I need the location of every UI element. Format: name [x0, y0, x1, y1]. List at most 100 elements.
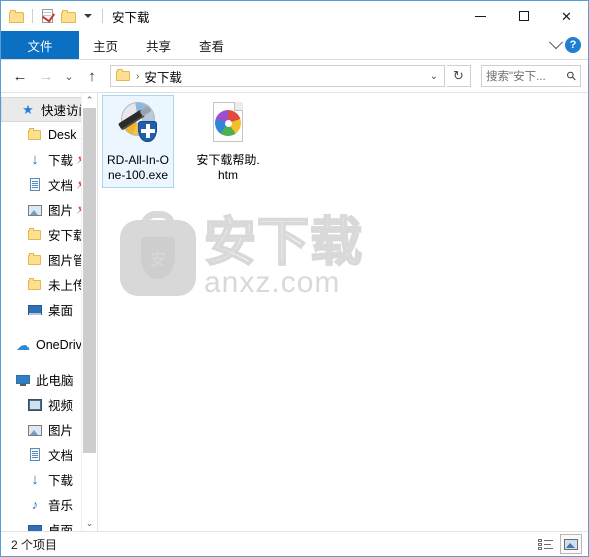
chevron-down-icon[interactable] — [548, 35, 564, 50]
watermark-shield-icon: 安 — [141, 237, 175, 279]
window-controls: ✕ — [459, 1, 588, 31]
help-icon[interactable]: ? — [565, 37, 581, 53]
refresh-button[interactable]: ↻ — [447, 65, 471, 87]
sidebar-item-label: 下载 — [48, 474, 74, 488]
sidebar-item-label: 桌面 — [48, 524, 74, 531]
details-view-icon — [537, 538, 553, 550]
tab-file[interactable]: 文件 — [1, 31, 79, 59]
folder-icon — [27, 227, 43, 243]
qat-separator-1 — [32, 9, 33, 23]
html-document-icon — [204, 100, 252, 148]
desktop-icon — [27, 522, 43, 531]
exe-installer-icon — [114, 100, 162, 148]
download-icon: ↓ — [31, 150, 39, 168]
address-dropdown-icon[interactable]: ⌄ — [430, 71, 438, 82]
sidebar-item-label: 未上传 — [48, 279, 86, 293]
tab-share[interactable]: 共享 — [132, 31, 185, 59]
tab-home[interactable]: 主页 — [79, 31, 132, 59]
quick-access-toolbar — [1, 8, 106, 25]
qat-separator-2 — [102, 9, 103, 23]
sidebar-item-label: 此电脑 — [36, 374, 74, 388]
file-name: 安下载帮助.htm — [196, 153, 260, 182]
watermark-url: anxz.com — [204, 266, 341, 299]
breadcrumb[interactable]: › 安下载 ⌄ — [110, 65, 445, 87]
breadcrumb-separator: › — [136, 70, 140, 82]
sidebar-item-label: Desk — [48, 127, 77, 142]
minimize-button[interactable] — [459, 1, 502, 31]
watermark: 安 安下载 anxz.com — [120, 211, 364, 299]
window-body: ★ 快速访问 Desk 📌 ↓ 下载 📌 文档 📌 — [1, 92, 588, 531]
sidebar-item-label: 图片 — [48, 204, 74, 218]
shield-icon — [138, 121, 157, 142]
title-bar: 安下载 ✕ — [1, 1, 588, 31]
breadcrumb-current-folder[interactable]: 安下载 — [144, 67, 182, 86]
pinwheel-icon — [215, 110, 241, 136]
folder-icon — [27, 127, 43, 143]
status-bar: 2 个项目 — [1, 531, 588, 556]
maximize-icon — [518, 11, 529, 21]
folder-icon[interactable] — [9, 9, 25, 23]
video-icon — [27, 397, 43, 413]
forward-button[interactable]: → — [34, 64, 58, 88]
file-list-pane[interactable]: RD-All-In-One-100.exe 安下载帮助.htm 安 安下载 an… — [98, 93, 588, 531]
sidebar-scrollbar[interactable]: ⌃ ⌄ — [81, 93, 97, 531]
item-count-label: 2 个项目 — [11, 537, 58, 552]
back-button[interactable]: ← — [8, 64, 32, 88]
picture-icon — [27, 422, 43, 438]
address-bar: ← → ⌄ ↑ › 安下载 ⌄ ↻ 搜索"安下... ⚲ — [1, 60, 588, 92]
navigation-pane: ★ 快速访问 Desk 📌 ↓ 下载 📌 文档 📌 — [1, 93, 97, 531]
tab-view[interactable]: 查看 — [185, 31, 238, 59]
document-icon — [27, 177, 43, 193]
file-grid: RD-All-In-One-100.exe 安下载帮助.htm — [98, 93, 588, 188]
ribbon-tabs: 文件 主页 共享 查看 ? — [1, 31, 588, 59]
properties-icon[interactable] — [40, 8, 57, 25]
large-icons-view-button[interactable] — [560, 534, 582, 554]
file-name: RD-All-In-One-100.exe — [107, 153, 169, 182]
search-icon[interactable]: ⚲ — [564, 68, 580, 84]
explorer-window: 安下载 ✕ 文件 主页 共享 查看 ? ← → ⌄ ↑ › 安下载 ⌄ ↻ 搜索… — [0, 0, 589, 557]
ribbon-right-controls: ? — [548, 31, 588, 59]
scroll-down-button[interactable]: ⌄ — [82, 516, 97, 531]
sidebar-item-label: 桌面 — [48, 304, 74, 318]
sidebar-item-label: 安下载 — [48, 229, 86, 243]
cloud-icon: ☁ — [16, 336, 30, 353]
close-button[interactable]: ✕ — [545, 1, 588, 31]
scroll-up-button[interactable]: ⌃ — [82, 93, 97, 108]
folder-icon — [27, 277, 43, 293]
recent-locations-button[interactable]: ⌄ — [60, 64, 78, 88]
search-input[interactable]: 搜索"安下... ⚲ — [481, 65, 581, 87]
file-item-exe[interactable]: RD-All-In-One-100.exe — [102, 95, 174, 188]
customize-dropdown-icon[interactable] — [84, 14, 92, 18]
sidebar-item-label: 音乐 — [48, 499, 74, 513]
desktop-icon — [27, 302, 43, 318]
sidebar-item-label: 下载 — [48, 154, 74, 168]
window-title: 安下载 — [112, 10, 150, 25]
sidebar-item-label: 图片 — [48, 424, 74, 438]
music-icon: ♪ — [31, 496, 39, 512]
document-icon — [27, 447, 43, 463]
watermark-text: 安下载 anxz.com — [203, 214, 364, 299]
sidebar-item-label: 视频 — [48, 399, 74, 413]
maximize-button[interactable] — [502, 1, 545, 31]
watermark-bag-icon: 安 — [120, 211, 196, 296]
up-button[interactable]: ↑ — [80, 64, 104, 88]
picture-icon — [27, 202, 43, 218]
new-folder-icon[interactable] — [61, 9, 77, 23]
sidebar-item-label: 文档 — [48, 179, 74, 193]
breadcrumb-folder-icon — [116, 69, 132, 83]
sidebar-item-label: 文档 — [48, 449, 74, 463]
close-icon: ✕ — [561, 8, 572, 24]
scrollbar-track[interactable] — [82, 108, 97, 516]
view-mode-buttons — [535, 534, 582, 554]
details-view-button[interactable] — [535, 535, 555, 553]
download-icon: ↓ — [31, 470, 39, 488]
watermark-title: 安下载 — [203, 214, 364, 272]
star-icon: ★ — [22, 101, 34, 117]
minimize-icon — [475, 15, 486, 17]
folder-icon — [27, 252, 43, 268]
watermark-badge-text: 安 — [149, 252, 166, 269]
scrollbar-thumb[interactable] — [83, 108, 96, 453]
search-placeholder: 搜索"安下... — [486, 71, 546, 83]
computer-icon — [15, 372, 31, 388]
file-item-htm[interactable]: 安下载帮助.htm — [192, 95, 264, 188]
